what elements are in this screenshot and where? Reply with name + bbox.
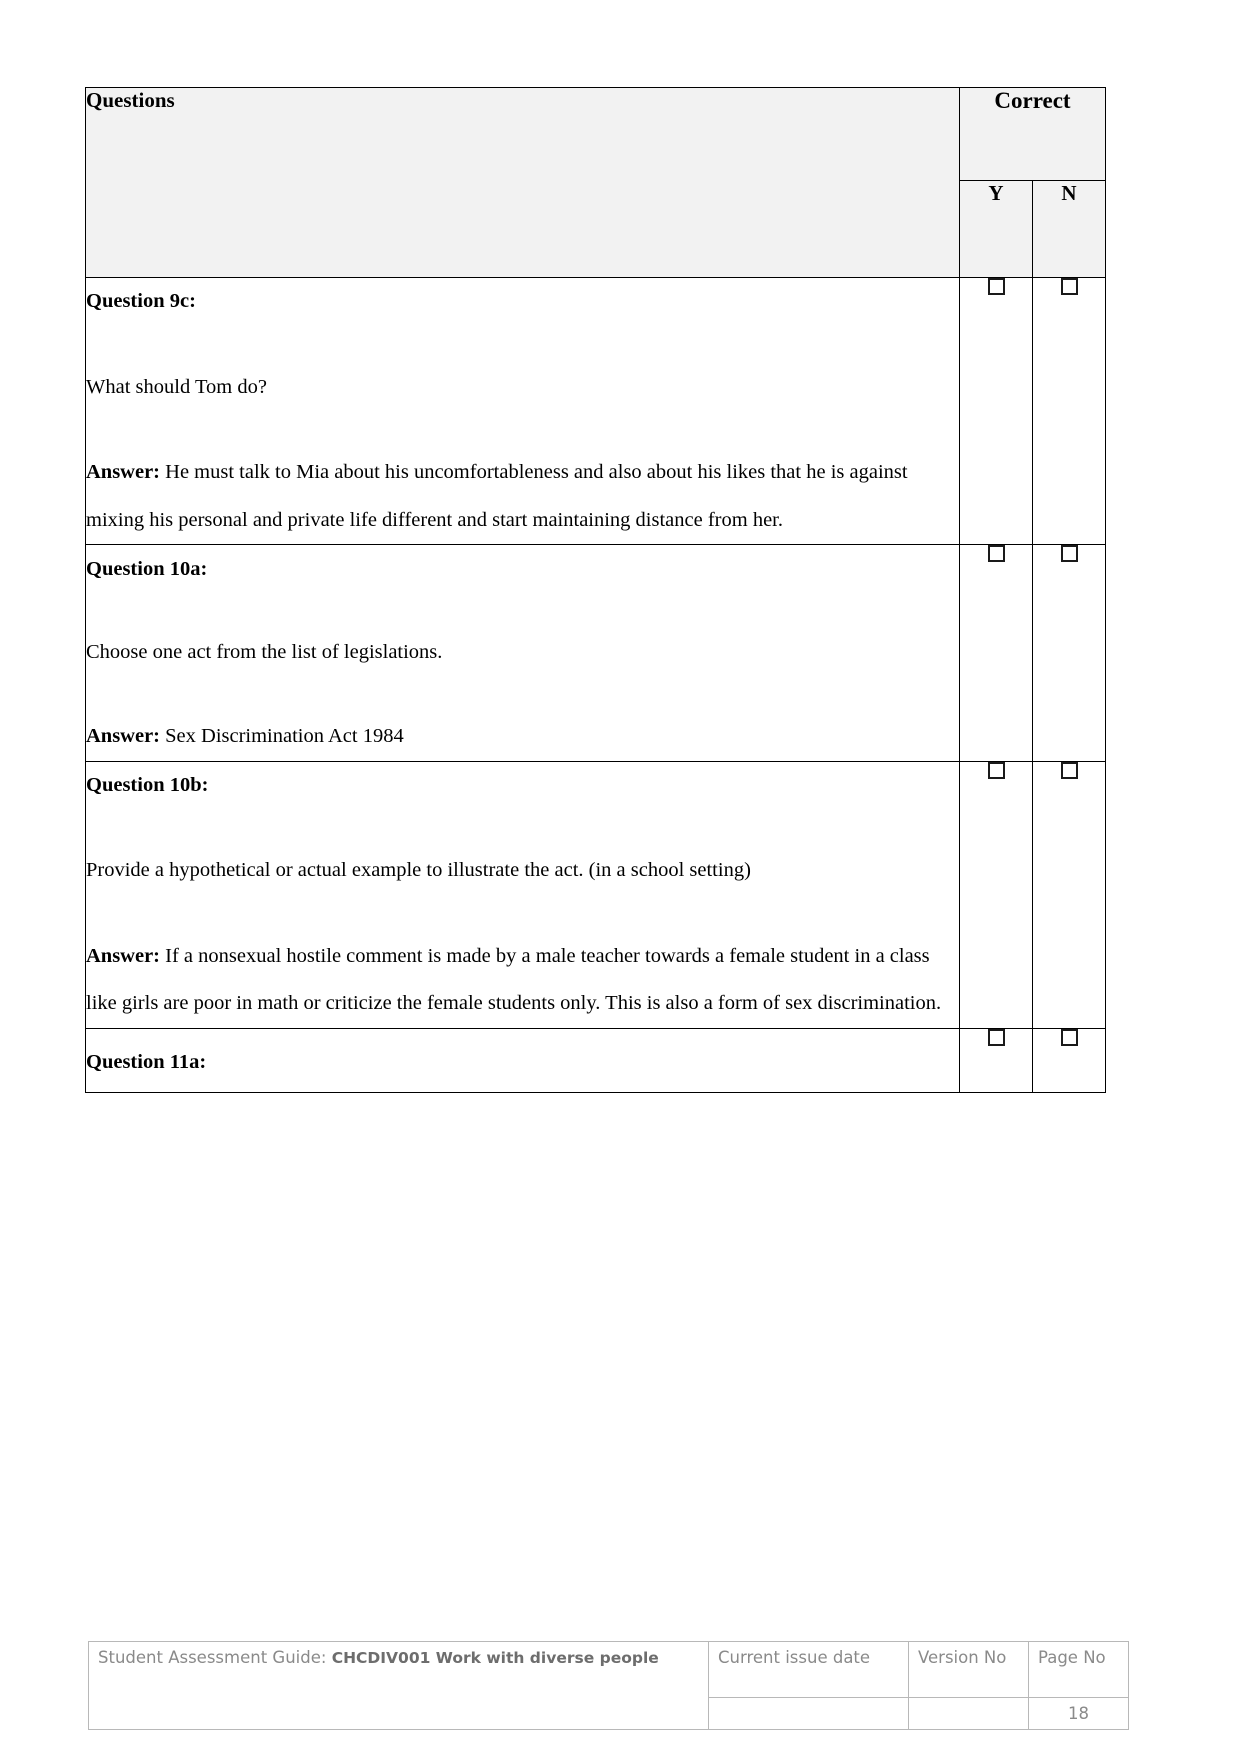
footer-version-no-label: Version No [908, 1641, 1029, 1698]
checkbox-icon[interactable] [1060, 1028, 1078, 1046]
question-10b-label: Question 10b: [86, 773, 209, 796]
question-11a-yes-checkbox-cell[interactable] [959, 1027, 1033, 1094]
footer-row-labels: Student Assessment Guide: CHCDIV001 Work… [88, 1641, 1129, 1730]
table-row: Question 9c: What should Tom do? Answer:… [85, 276, 1106, 546]
checkbox-icon[interactable] [987, 545, 1005, 563]
question-9c-label: Question 9c: [86, 290, 196, 312]
question-9c-prompt: What should Tom do? [86, 375, 267, 398]
question-9c-yes-checkbox-cell[interactable] [959, 276, 1033, 546]
question-9c-answer-lead: Answer: [86, 461, 161, 484]
question-10a-answer-lead: Answer: [86, 724, 161, 747]
question-10b-no-checkbox-cell[interactable] [1032, 760, 1106, 1029]
question-11a-label: Question 11a: [86, 1050, 207, 1073]
footer-guide-prefix: Student Assessment Guide: [98, 1648, 327, 1667]
question-9c-no-checkbox-cell[interactable] [1032, 276, 1106, 546]
question-9c-answer-text: He must talk to Mia about his uncomforta… [86, 461, 908, 531]
question-10a-label: Question 10a: [86, 558, 208, 581]
question-10b-answer-lead: Answer: [86, 944, 161, 967]
question-10a-prompt: Choose one act from the list of legislat… [86, 641, 443, 664]
question-10b-answer-text: If a nonsexual hostile comment is made b… [86, 944, 942, 1015]
header-questions-label: Questions [85, 87, 960, 278]
assessment-questions-table: Questions Correct Y N Question 9c: What … [85, 87, 1106, 1094]
question-10b-prompt: Provide a hypothetical or actual example… [86, 859, 751, 882]
question-11a-no-checkbox-cell[interactable] [1032, 1027, 1106, 1094]
question-10a-no-checkbox-cell[interactable] [1032, 544, 1106, 762]
checkbox-icon[interactable] [987, 1028, 1005, 1046]
question-10b-cell: Question 10b: Provide a hypothetical or … [85, 760, 960, 1029]
page-footer: Student Assessment Guide: CHCDIV001 Work… [88, 1641, 1129, 1730]
table-row: Question 10a: Choose one act from the li… [85, 544, 1106, 762]
question-10b-yes-checkbox-cell[interactable] [959, 760, 1033, 1029]
question-9c-answer: Answer: He must talk to Mia about his un… [86, 449, 959, 544]
checkbox-icon[interactable] [1060, 278, 1078, 295]
header-no-label: N [1032, 180, 1106, 278]
checkbox-icon[interactable] [987, 761, 1005, 779]
footer-version-no-value [908, 1697, 1029, 1730]
question-10a-answer: Answer: Sex Discrimination Act 1984 [86, 712, 959, 761]
checkbox-icon[interactable] [1060, 761, 1078, 779]
question-11a-cell: Question 11a: [85, 1027, 960, 1094]
question-10a-yes-checkbox-cell[interactable] [959, 544, 1033, 762]
footer-current-issue-date-label: Current issue date [708, 1641, 909, 1698]
document-page: Questions Correct Y N Question 9c: What … [0, 0, 1241, 1754]
question-10a-cell: Question 10a: Choose one act from the li… [85, 544, 960, 762]
footer-page-no-value: 18 [1028, 1697, 1129, 1730]
footer-page-no-label: Page No [1028, 1641, 1129, 1698]
footer-guide-cell: Student Assessment Guide: CHCDIV001 Work… [88, 1641, 709, 1730]
table-header-row-top: Questions Correct [85, 87, 1106, 278]
table-row: Question 10b: Provide a hypothetical or … [85, 760, 1106, 1029]
checkbox-icon[interactable] [1060, 545, 1078, 563]
header-correct-label: Correct [959, 87, 1106, 181]
question-9c-cell: Question 9c: What should Tom do? Answer:… [85, 276, 960, 546]
header-yes-label: Y [959, 180, 1033, 278]
question-10a-answer-text: Sex Discrimination Act 1984 [160, 724, 404, 747]
question-10b-answer: Answer: If a nonsexual hostile comment i… [86, 933, 959, 1028]
footer-current-issue-date-value [708, 1697, 909, 1730]
footer-guide-unit: CHCDIV001 Work with diverse people [331, 1649, 659, 1667]
table-row: Question 11a: [85, 1027, 1106, 1094]
checkbox-icon[interactable] [987, 278, 1005, 295]
